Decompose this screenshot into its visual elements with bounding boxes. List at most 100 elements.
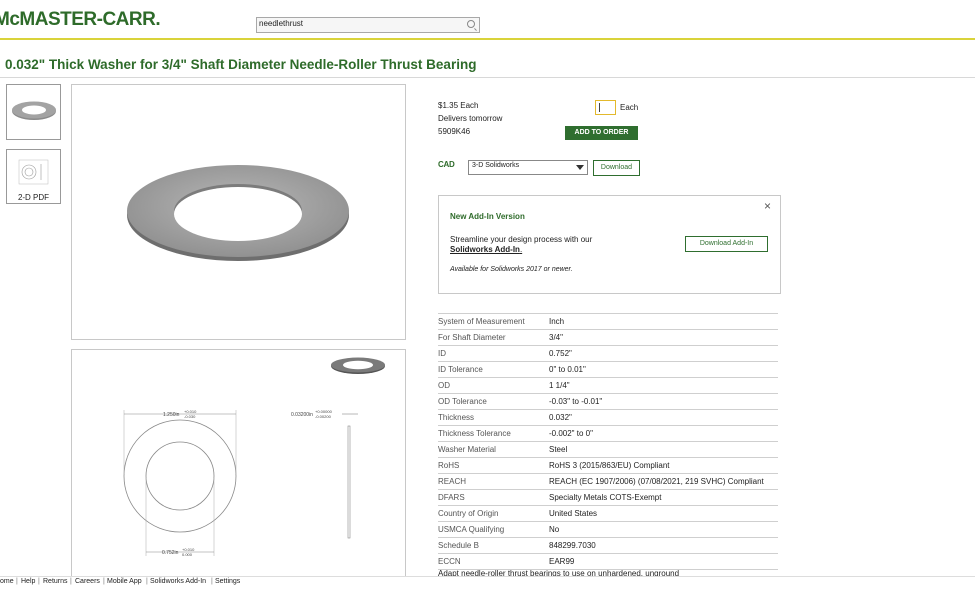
spec-row: Thickness 0.032" bbox=[438, 409, 778, 425]
footer-link-mobile-app[interactable]: Mobile App bbox=[107, 578, 142, 585]
spec-row: For Shaft Diameter 3/4" bbox=[438, 329, 778, 345]
spec-value: 1 1/4" bbox=[549, 381, 570, 390]
id-dimension-label: 0.752in bbox=[162, 550, 179, 556]
spec-label: ECCN bbox=[438, 557, 461, 566]
spec-row: OD Tolerance -0.03" to -0.01" bbox=[438, 393, 778, 409]
spec-label: OD bbox=[438, 381, 450, 390]
search-input-value: needlethrust bbox=[259, 19, 304, 28]
thickness-tol-bottom: -0.00200 bbox=[315, 414, 332, 419]
thumbnail-3d-washer[interactable] bbox=[6, 84, 61, 140]
download-addin-button[interactable]: Download Add-In bbox=[685, 236, 768, 252]
footer-separator: | bbox=[146, 578, 148, 585]
footer-link-careers[interactable]: Careers bbox=[75, 578, 100, 585]
addin-description: Streamline your design process with our bbox=[450, 235, 593, 244]
spec-row: ID Tolerance 0" to 0.01" bbox=[438, 361, 778, 377]
washer-thumbnail-image bbox=[12, 101, 56, 120]
spec-row: ECCN EAR99 bbox=[438, 553, 778, 570]
close-icon[interactable]: × bbox=[764, 199, 771, 213]
addin-link-suffix: . bbox=[519, 245, 523, 254]
thickness-dimension-label: 0.03200in bbox=[291, 412, 313, 418]
spec-label: USMCA Qualifying bbox=[438, 525, 505, 534]
footer-link-returns[interactable]: Returns bbox=[43, 578, 68, 585]
footer-link-home[interactable]: ome bbox=[0, 578, 14, 585]
spec-label: System of Measurement bbox=[438, 317, 525, 326]
footer-separator: | bbox=[16, 578, 18, 585]
spec-label: Thickness bbox=[438, 413, 475, 422]
spec-value: 0" to 0.01" bbox=[549, 365, 586, 374]
chevron-down-icon bbox=[576, 165, 584, 170]
addin-title: New Add-In Version bbox=[450, 212, 525, 221]
addin-link-line: Solidworks Add-In. bbox=[450, 245, 522, 254]
solidworks-addin-link[interactable]: Solidworks Add-In bbox=[450, 245, 520, 254]
addin-note: Available for Solidworks 2017 or newer. bbox=[450, 266, 573, 273]
footer-separator: | bbox=[70, 578, 72, 585]
spec-label: Schedule B bbox=[438, 541, 479, 550]
spec-label: RoHS bbox=[438, 461, 460, 470]
spec-row: Thickness Tolerance -0.002" to 0" bbox=[438, 425, 778, 441]
spec-value: 848299.7030 bbox=[549, 541, 596, 550]
spec-label: DFARS bbox=[438, 493, 465, 502]
spec-row: System of Measurement Inch bbox=[438, 313, 778, 329]
id-tol-bottom: 0.000 bbox=[182, 552, 193, 557]
quantity-input[interactable] bbox=[595, 100, 616, 115]
spec-row: REACH REACH (EC 1907/2006) (07/08/2021, 2… bbox=[438, 473, 778, 489]
footer-link-settings[interactable]: Settings bbox=[215, 578, 240, 585]
cad-format-select[interactable]: 3-D Solidworks bbox=[468, 160, 588, 175]
cad-icon: CAD bbox=[438, 160, 455, 169]
spec-row: USMCA Qualifying No bbox=[438, 521, 778, 537]
cad-icon-label: CAD bbox=[438, 160, 455, 169]
spec-value: 0.032" bbox=[549, 413, 572, 422]
spec-label: OD Tolerance bbox=[438, 397, 487, 406]
spec-value: -0.002" to 0" bbox=[549, 429, 593, 438]
spec-label: Country of Origin bbox=[438, 509, 499, 518]
spec-value: Inch bbox=[549, 317, 565, 326]
spec-value: United States bbox=[549, 509, 598, 518]
technical-drawing: 1.250in +0.010 -0.030 0.752in +0.010 0.0… bbox=[71, 349, 406, 587]
download-button[interactable]: Download bbox=[593, 160, 640, 176]
site-header: McMASTER-CARR. needlethrust bbox=[0, 0, 975, 40]
part-number: 5909K46 bbox=[438, 127, 471, 136]
spec-value: RoHS 3 (2015/863/EU) Compliant bbox=[549, 461, 670, 470]
page-title: 0.032" Thick Washer for 3/4" Shaft Diame… bbox=[5, 57, 477, 72]
washer-3d-render bbox=[127, 165, 349, 261]
footer-nav: ome | Help | Returns | Careers | Mobile … bbox=[0, 576, 975, 587]
addin-promo-box: × New Add-In Version Streamline your des… bbox=[438, 195, 781, 294]
spec-row: DFARS Specialty Metals COTS-Exempt bbox=[438, 489, 778, 505]
spec-row: Country of Origin United States bbox=[438, 505, 778, 521]
od-dimension-label: 1.250in bbox=[163, 412, 180, 418]
footer-separator: | bbox=[38, 578, 40, 585]
footer-separator: | bbox=[103, 578, 105, 585]
mcmaster-logo[interactable]: McMASTER-CARR. bbox=[0, 9, 161, 31]
cad-format-value: 3-D Solidworks bbox=[472, 162, 520, 169]
drawing-thumbnail-image bbox=[18, 159, 49, 185]
spec-value: 3/4" bbox=[549, 333, 563, 342]
spec-row: OD 1 1/4" bbox=[438, 377, 778, 393]
spec-value: Specialty Metals COTS-Exempt bbox=[549, 493, 662, 502]
thumbnail-2d-pdf[interactable]: 2-D PDF bbox=[6, 149, 61, 204]
delivery-text: Delivers tomorrow bbox=[438, 114, 503, 123]
quantity-unit: Each bbox=[620, 103, 639, 112]
spec-value: 0.752" bbox=[549, 349, 572, 358]
spec-label: For Shaft Diameter bbox=[438, 333, 506, 342]
spec-row: RoHS RoHS 3 (2015/863/EU) Compliant bbox=[438, 457, 778, 473]
spec-value: REACH (EC 1907/2006) (07/08/2021, 219 SV… bbox=[549, 477, 764, 486]
product-image-3d bbox=[71, 84, 406, 340]
specs-table: System of Measurement Inch For Shaft Diam… bbox=[438, 313, 778, 570]
search-input[interactable]: needlethrust bbox=[256, 17, 480, 33]
text-cursor bbox=[599, 103, 600, 112]
spec-label: ID Tolerance bbox=[438, 365, 483, 374]
add-to-order-button[interactable]: ADD TO ORDER bbox=[565, 126, 638, 140]
footer-link-solidworks-addin[interactable]: Solidworks Add-In bbox=[150, 578, 206, 585]
footer-link-help[interactable]: Help bbox=[21, 578, 35, 585]
spec-label: ID bbox=[438, 349, 446, 358]
price-text: $1.35 Each bbox=[438, 101, 479, 110]
spec-label: REACH bbox=[438, 477, 467, 486]
footer-separator: | bbox=[211, 578, 213, 585]
spec-label: Thickness Tolerance bbox=[438, 429, 511, 438]
spec-value: EAR99 bbox=[549, 557, 575, 566]
search-icon[interactable] bbox=[467, 20, 475, 28]
spec-row: ID 0.752" bbox=[438, 345, 778, 361]
spec-row: Schedule B 848299.7030 bbox=[438, 537, 778, 553]
spec-value: Steel bbox=[549, 445, 568, 454]
spec-value: -0.03" to -0.01" bbox=[549, 397, 603, 406]
